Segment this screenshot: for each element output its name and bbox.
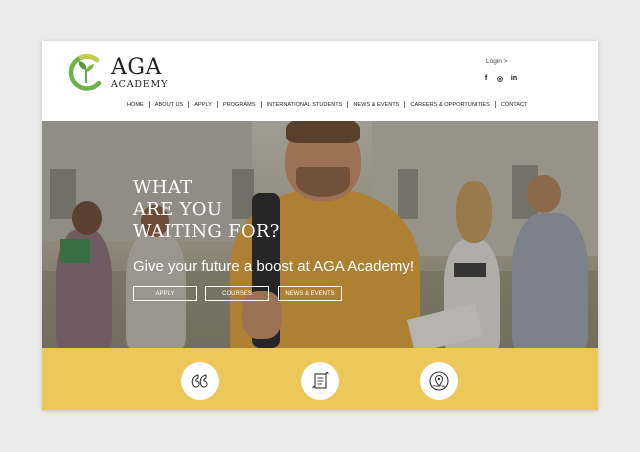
quote-icon — [191, 374, 208, 388]
nav-news-events[interactable]: NEWS & EVENTS — [348, 102, 404, 108]
feature-programs[interactable] — [301, 362, 339, 400]
login-link[interactable]: Login > — [486, 58, 508, 65]
feature-testimonials[interactable] — [181, 362, 219, 400]
nav-about-us[interactable]: ABOUT US — [150, 102, 189, 108]
facebook-icon[interactable]: f — [482, 75, 490, 83]
browser-frame: AGA ACADEMY Login > f ◎ in HOME ABOUT US… — [42, 41, 598, 410]
nav-home[interactable]: HOME — [122, 102, 149, 108]
nav-apply[interactable]: APPLY — [189, 102, 217, 108]
hero-title: WHAT ARE YOU WAITING FOR? — [133, 177, 333, 243]
nav-careers[interactable]: CAREERS & OPPORTUNITIES — [405, 102, 494, 108]
news-events-button[interactable]: NEWS & EVENTS — [278, 286, 342, 301]
hero-subtitle: Give your future a boost at AGA Academy! — [133, 258, 414, 275]
social-links: f ◎ in — [482, 75, 518, 83]
logo-subtitle: ACADEMY — [111, 79, 169, 90]
scroll-icon — [312, 371, 329, 389]
hero-title-line: ARE YOU — [133, 199, 223, 220]
hero-title-line: WHAT — [133, 177, 193, 198]
courses-button[interactable]: COURSES — [205, 286, 269, 301]
location-icon — [429, 371, 449, 391]
feature-band — [42, 348, 598, 410]
instagram-icon[interactable]: ◎ — [496, 75, 504, 83]
hero-title-line: WAITING FOR? — [133, 221, 280, 242]
logo-mark-icon — [68, 53, 102, 91]
logo[interactable]: AGA ACADEMY — [67, 53, 187, 93]
main-nav: HOME ABOUT US APPLY PROGRAMS INTERNATION… — [122, 101, 533, 108]
nav-contact[interactable]: CONTACT — [496, 102, 533, 108]
logo-name: AGA — [111, 55, 162, 80]
hero-banner: WHAT ARE YOU WAITING FOR? Give your futu… — [42, 121, 598, 348]
apply-button[interactable]: APPLY — [133, 286, 197, 301]
feature-location[interactable] — [420, 362, 458, 400]
nav-international-students[interactable]: INTERNATIONAL STUDENTS — [262, 102, 348, 108]
linkedin-icon[interactable]: in — [510, 75, 518, 83]
site-header: AGA ACADEMY Login > f ◎ in HOME ABOUT US… — [42, 41, 598, 121]
nav-programs[interactable]: PROGRAMS — [218, 102, 261, 108]
